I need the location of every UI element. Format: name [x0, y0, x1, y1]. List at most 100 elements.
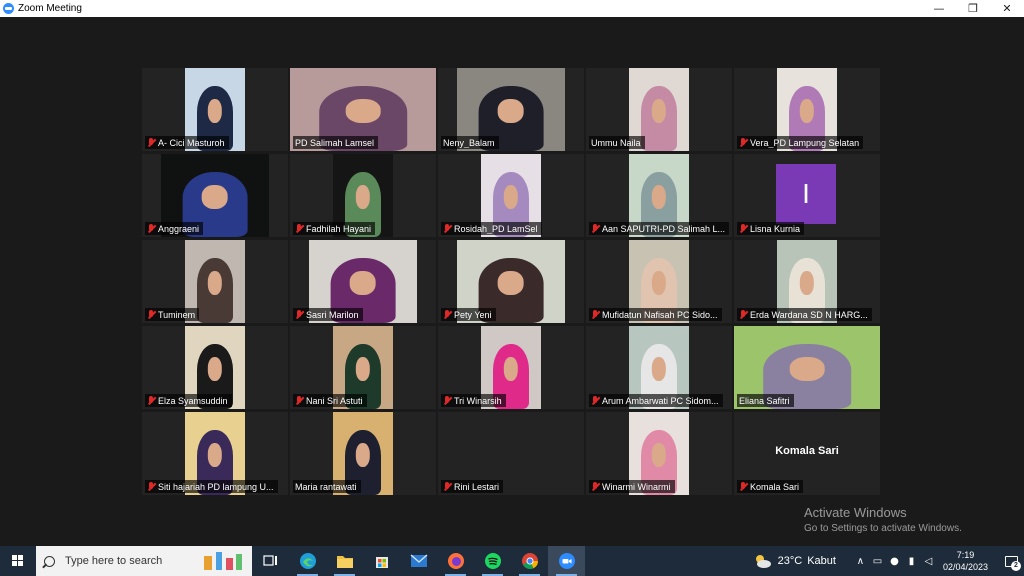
participant-figure — [641, 86, 677, 151]
weather-temperature: 23°C — [777, 555, 803, 567]
participant-tile[interactable]: Siti hajariah PD lampung U... — [142, 412, 288, 495]
weather-widget[interactable]: 23°C Kabut — [753, 553, 836, 569]
windows-taskbar: Type here to search 23°C Kabut ∧ ▭ ● ▮ ◁… — [0, 546, 1024, 576]
participant-tile[interactable]: Pety Yeni — [438, 240, 584, 323]
close-button[interactable]: ✕ — [990, 0, 1024, 17]
participant-tile[interactable]: Mufidatun Nafisah PC Sido... — [586, 240, 732, 323]
participant-nametag: Rosidah_PD LamSel — [441, 222, 542, 235]
muted-microphone-icon — [295, 395, 303, 406]
task-view-icon[interactable] — [252, 546, 289, 576]
participant-tile[interactable]: Tuminem — [142, 240, 288, 323]
participant-nametag: Neny_Balam — [441, 136, 499, 149]
muted-microphone-icon — [147, 481, 155, 492]
participant-nametag: Erda Wardana SD N HARG... — [737, 308, 872, 321]
edge-browser-icon[interactable] — [289, 546, 326, 576]
zoom-logo-icon — [3, 3, 14, 14]
search-icon — [44, 555, 55, 567]
notification-center-button[interactable]: 2 — [998, 546, 1024, 576]
minimize-button[interactable]: — — [922, 0, 956, 17]
muted-microphone-icon — [443, 309, 451, 320]
participant-tile[interactable]: A- Cici Masturoh — [142, 68, 288, 151]
participant-nametag: A- Cici Masturoh — [145, 136, 229, 149]
participant-name: Arum Ambarwati PC Sidom... — [602, 395, 719, 406]
participant-name: Tuminem — [158, 309, 196, 320]
participant-center-name: Komala Sari — [775, 445, 839, 457]
participant-tile[interactable]: Winarmi Winarmi — [586, 412, 732, 495]
participant-name: Lisna Kurnia — [750, 223, 801, 234]
participant-tile[interactable]: Nani Sri Astuti — [290, 326, 436, 409]
participant-tile[interactable]: Rosidah_PD LamSel — [438, 154, 584, 237]
participant-nametag: Lisna Kurnia — [737, 222, 805, 235]
taskbar-search-box[interactable]: Type here to search — [36, 546, 252, 576]
screen-share-tray-icon[interactable]: ▭ — [869, 556, 886, 567]
volume-icon[interactable]: ◁ — [920, 556, 937, 567]
zoom-app-icon[interactable] — [548, 546, 585, 576]
participant-nametag: Rini Lestari — [441, 480, 504, 493]
clock-time: 7:19 — [956, 550, 975, 560]
muted-microphone-icon — [739, 223, 747, 234]
muted-microphone-icon — [739, 481, 747, 492]
participant-nametag: Maria rantawati — [293, 480, 361, 493]
participant-tile[interactable]: Komala Sari Komala Sari — [734, 412, 880, 495]
chrome-icon[interactable] — [511, 546, 548, 576]
participant-tile[interactable]: Erda Wardana SD N HARG... — [734, 240, 880, 323]
participant-name: Neny_Balam — [443, 137, 495, 148]
participant-tile[interactable]: Sasri Marilon — [290, 240, 436, 323]
participant-figure — [197, 258, 233, 323]
microphone-tray-icon[interactable]: ● — [886, 556, 903, 567]
participant-name: Komala Sari — [750, 481, 800, 492]
muted-microphone-icon — [443, 395, 451, 406]
search-placeholder: Type here to search — [65, 555, 163, 567]
start-button[interactable] — [0, 546, 36, 576]
file-explorer-icon[interactable] — [326, 546, 363, 576]
participant-tile[interactable]: Tri Winarsih — [438, 326, 584, 409]
participant-nametag: Pety Yeni — [441, 308, 496, 321]
participant-nametag: Komala Sari — [737, 480, 804, 493]
participant-tile[interactable]: Eliana Safitri — [734, 326, 880, 409]
participant-tile[interactable]: Maria rantawati — [290, 412, 436, 495]
participant-tile[interactable]: Rini Lestari — [438, 412, 584, 495]
system-clock[interactable]: 7:19 02/04/2023 — [943, 549, 988, 573]
participant-nametag: Aan SAPUTRI-PD Salimah L... — [589, 222, 730, 235]
participant-nametag: Siti hajariah PD lampung U... — [145, 480, 278, 493]
weather-cloud-icon — [755, 555, 771, 568]
participant-nametag: PD Salimah Lamsel — [293, 136, 379, 149]
meeting-stage: A- Cici Masturoh PD Salimah Lamsel Neny_Ba… — [0, 17, 1024, 546]
participant-tile[interactable]: Ummu Naila — [586, 68, 732, 151]
microsoft-store-icon[interactable] — [363, 546, 400, 576]
participant-tile[interactable]: Anggraeni — [142, 154, 288, 237]
firefox-icon[interactable] — [437, 546, 474, 576]
participant-name: Mufidatun Nafisah PC Sido... — [602, 309, 718, 320]
participant-tile[interactable]: Fadhilah Hayani — [290, 154, 436, 237]
participant-tile[interactable]: PD Salimah Lamsel — [290, 68, 436, 151]
participant-tile[interactable]: Vera_PD Lampung Selatan — [734, 68, 880, 151]
participant-tile[interactable]: I Lisna Kurnia — [734, 154, 880, 237]
muted-microphone-icon — [591, 481, 599, 492]
participant-tile[interactable]: Aan SAPUTRI-PD Salimah L... — [586, 154, 732, 237]
participant-tile[interactable]: Elza Syamsuddin — [142, 326, 288, 409]
participant-name: Aan SAPUTRI-PD Salimah L... — [602, 223, 726, 234]
activate-windows-watermark: Activate Windows Go to Settings to activ… — [804, 505, 962, 534]
participant-name: Winarmi Winarmi — [602, 481, 671, 492]
participant-name: Eliana Safitri — [739, 395, 790, 406]
participant-nametag: Elza Syamsuddin — [145, 394, 232, 407]
participant-nametag: Arum Ambarwati PC Sidom... — [589, 394, 723, 407]
muted-microphone-icon — [591, 309, 599, 320]
participant-name: A- Cici Masturoh — [158, 137, 225, 148]
participant-nametag: Sasri Marilon — [293, 308, 363, 321]
search-highlight-art-icon — [204, 552, 242, 570]
participant-tile[interactable]: Neny_Balam — [438, 68, 584, 151]
window-title: Zoom Meeting — [18, 3, 82, 14]
participant-name: Maria rantawati — [295, 481, 357, 492]
restore-button[interactable]: ❐ — [956, 0, 990, 17]
mail-icon[interactable] — [400, 546, 437, 576]
battery-icon[interactable]: ▮ — [903, 556, 920, 567]
spotify-icon[interactable] — [474, 546, 511, 576]
show-hidden-icons-chevron-icon[interactable]: ∧ — [852, 556, 869, 567]
muted-microphone-icon — [739, 309, 747, 320]
participant-name: Sasri Marilon — [306, 309, 359, 320]
participant-tile[interactable]: Arum Ambarwati PC Sidom... — [586, 326, 732, 409]
participant-name: Siti hajariah PD lampung U... — [158, 481, 274, 492]
muted-microphone-icon — [295, 309, 303, 320]
participant-name: Rini Lestari — [454, 481, 500, 492]
